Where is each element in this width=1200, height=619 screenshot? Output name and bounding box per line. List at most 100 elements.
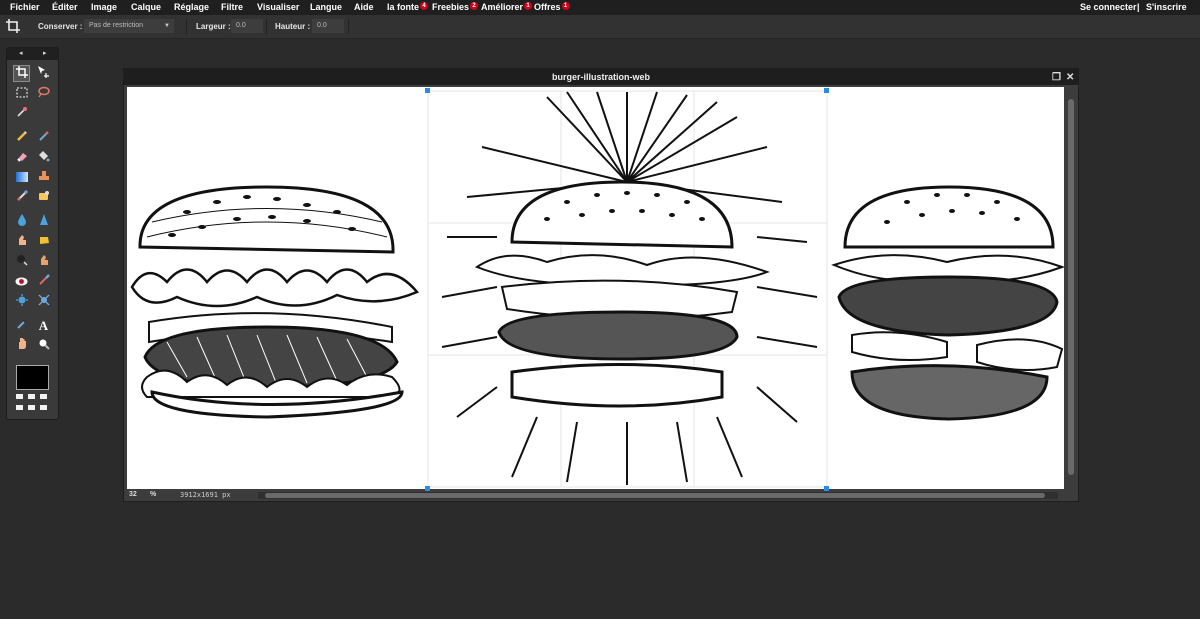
menu-aide[interactable]: Aide: [354, 2, 374, 12]
menu-editer[interactable]: Éditer: [52, 2, 78, 12]
chevron-down-icon: ▼: [164, 23, 170, 29]
restore-window-icon[interactable]: ❐: [1052, 70, 1061, 86]
red-eye-icon: [15, 273, 28, 291]
menu-label: Filtre: [221, 2, 244, 12]
menu-filtre[interactable]: Filtre: [221, 2, 243, 12]
close-icon[interactable]: ✕: [1066, 70, 1074, 86]
eraser-tool[interactable]: [13, 149, 30, 166]
lasso-tool[interactable]: [35, 85, 52, 102]
tool-options-bar: Conserver : Pas de restriction ▼ Largeur…: [0, 15, 1200, 39]
arrow-right-icon[interactable]: ▸: [43, 49, 47, 57]
menu-image[interactable]: Image: [91, 2, 117, 12]
height-label: Hauteur :: [275, 22, 311, 31]
hand-icon: [16, 337, 28, 355]
blur-tool[interactable]: [13, 213, 30, 230]
grid-icon[interactable]: [40, 394, 47, 399]
burn-icon: [16, 253, 28, 271]
sponge-tool[interactable]: [35, 233, 52, 250]
smudge-tool[interactable]: [13, 233, 30, 250]
menu-ameliorer[interactable]: Améliorer 1: [481, 2, 533, 12]
burger-illustration-image: [130, 90, 1064, 488]
healing-icon: [16, 189, 28, 207]
notification-badge: 1: [524, 2, 533, 10]
menu-label: Freebies: [432, 2, 470, 12]
divider: [266, 19, 267, 34]
color-picker-tool[interactable]: [13, 317, 30, 334]
clone-stamp-tool[interactable]: [35, 169, 52, 186]
login-link[interactable]: Se connecter: [1080, 2, 1137, 12]
image-dimensions: 3912x1691 px: [180, 491, 231, 499]
menu-reglage[interactable]: Réglage: [174, 2, 209, 12]
sharpen-tool[interactable]: [35, 213, 52, 230]
zoom-icon: [38, 337, 50, 355]
crop-handle[interactable]: [824, 88, 829, 93]
grid-icon[interactable]: [16, 394, 23, 399]
arrow-left-icon[interactable]: ◂: [19, 49, 23, 57]
document-title-bar[interactable]: burger-illustration-web ❐ ✕: [124, 69, 1078, 85]
paint-bucket-tool[interactable]: [35, 149, 52, 166]
marquee-icon: [16, 85, 28, 103]
blur-icon: [17, 213, 27, 231]
menu-label: Calque: [131, 2, 162, 12]
height-input[interactable]: 0.0: [312, 19, 344, 33]
crop-tool[interactable]: [13, 65, 30, 82]
color-replace-tool[interactable]: [35, 273, 52, 290]
width-value: 0.0: [236, 22, 246, 29]
menu-calque[interactable]: Calque: [131, 2, 161, 12]
gradient-tool[interactable]: [13, 169, 30, 186]
menu-visualiser[interactable]: Visualiser: [257, 2, 299, 12]
brush-tool[interactable]: [35, 129, 52, 146]
horizontal-scroll-thumb[interactable]: [265, 493, 1045, 498]
red-eye-tool[interactable]: [13, 273, 30, 290]
menu-freebies[interactable]: Freebies 2: [432, 2, 479, 12]
width-input[interactable]: 0.0: [231, 19, 263, 33]
divider: [186, 19, 187, 34]
dodge-icon: [38, 253, 50, 271]
patch-icon: [38, 189, 50, 207]
menu-label: Fichier: [10, 2, 40, 12]
burn-tool[interactable]: [13, 253, 30, 270]
document-title: burger-illustration-web: [551, 72, 650, 82]
grid-icon[interactable]: [28, 394, 35, 399]
bloat-tool[interactable]: [13, 293, 30, 310]
bloat-icon: [15, 293, 28, 311]
zoom-unit: %: [150, 491, 157, 498]
horizontal-scrollbar[interactable]: [258, 492, 1058, 499]
menu-label: Langue: [310, 2, 343, 12]
sharpen-icon: [39, 213, 49, 231]
image-canvas[interactable]: [127, 87, 1064, 489]
vertical-scroll-thumb[interactable]: [1068, 99, 1074, 475]
zoom-tool[interactable]: [35, 337, 52, 354]
paint-bucket-icon: [37, 149, 50, 167]
move-tool[interactable]: [35, 65, 52, 82]
pinch-tool[interactable]: [35, 293, 52, 310]
hand-tool[interactable]: [13, 337, 30, 354]
divider: [348, 19, 349, 34]
width-label: Largeur :: [196, 22, 231, 31]
menu-la-fonte[interactable]: la fonte 4: [387, 2, 429, 12]
register-link[interactable]: S'inscrire: [1146, 2, 1187, 12]
zoom-level[interactable]: 32: [129, 491, 137, 498]
healing-tool[interactable]: [13, 189, 30, 206]
grid-icon[interactable]: [40, 405, 47, 410]
marquee-tool[interactable]: [13, 85, 30, 102]
text-tool[interactable]: A: [35, 317, 52, 334]
grid-icon[interactable]: [28, 405, 35, 410]
menu-label: Image: [91, 2, 118, 12]
foreground-color-swatch[interactable]: [16, 365, 49, 390]
keep-ratio-select[interactable]: Pas de restriction ▼: [84, 19, 174, 33]
grid-icon[interactable]: [16, 405, 23, 410]
color-replace-icon: [38, 273, 50, 291]
pencil-tool[interactable]: [13, 129, 30, 146]
tools-panel-header[interactable]: ◂ ▸: [7, 48, 58, 60]
patch-tool[interactable]: [35, 189, 52, 206]
clone-stamp-icon: [38, 169, 50, 187]
menu-langue[interactable]: Langue: [310, 2, 342, 12]
menu-fichier[interactable]: Fichier: [10, 2, 40, 12]
magic-wand-tool[interactable]: [13, 105, 30, 122]
crop-handle[interactable]: [425, 88, 430, 93]
menu-offres[interactable]: Offres 1: [534, 2, 570, 12]
dodge-tool[interactable]: [35, 253, 52, 270]
vertical-scrollbar[interactable]: [1066, 87, 1076, 489]
notification-badge: 1: [561, 2, 570, 10]
